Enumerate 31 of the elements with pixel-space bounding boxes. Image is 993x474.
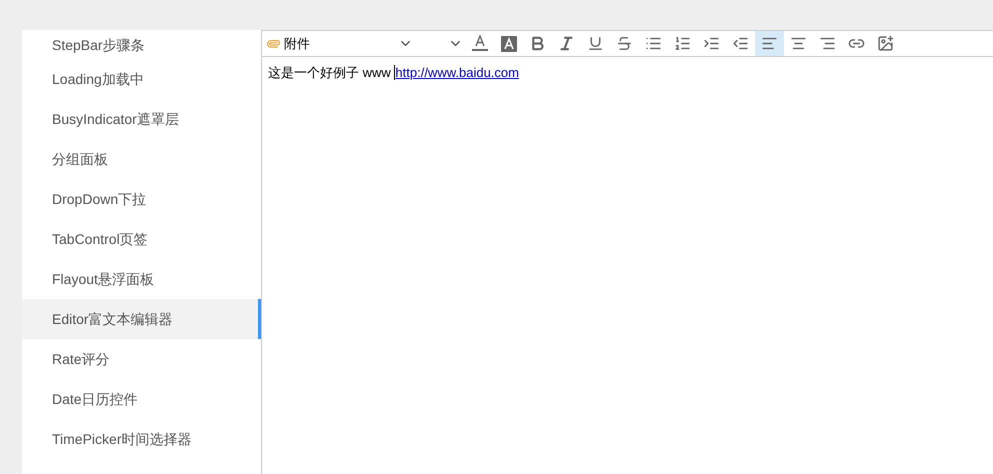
font-color-icon xyxy=(472,35,488,52)
dropdown-value: 附件 xyxy=(284,34,310,53)
sidebar-item[interactable]: 分组面板 xyxy=(22,139,261,179)
italic-icon xyxy=(558,35,575,52)
align-left-button[interactable] xyxy=(755,31,784,56)
outdent-icon xyxy=(732,35,749,52)
sidebar-item[interactable]: TimePicker时间选择器 xyxy=(22,419,261,459)
attachment-dropdown[interactable]: 附件 xyxy=(262,31,415,56)
editor-content[interactable]: 这是一个好例子 www http://www.baidu.com xyxy=(262,57,993,474)
sidebar-item[interactable]: DropDown下拉 xyxy=(22,179,261,219)
sidebar-item[interactable]: Date日历控件 xyxy=(22,379,261,419)
sidebar-item[interactable]: StepBar步骤条 xyxy=(22,30,261,59)
image-icon xyxy=(877,35,894,52)
align-left-icon xyxy=(761,35,778,52)
align-right-icon xyxy=(819,35,836,52)
align-center-icon xyxy=(790,35,807,52)
sidebar-item[interactable]: Rate评分 xyxy=(22,339,261,379)
sidebar-item[interactable]: TabControl页签 xyxy=(22,219,261,259)
bold-icon xyxy=(529,35,546,52)
sidebar-item[interactable]: BusyIndicator遮罩层 xyxy=(22,99,261,139)
link[interactable]: http://www.baidu.com xyxy=(395,65,519,80)
content-paragraph: 这是一个好例子 www http://www.baidu.com xyxy=(268,64,520,82)
sidebar-item[interactable]: Flayout悬浮面板 xyxy=(22,259,261,299)
sidebar-item[interactable]: Loading加载中 xyxy=(22,59,261,99)
underline-icon xyxy=(587,35,604,52)
highlight-color-icon xyxy=(500,36,516,52)
sidebar-item[interactable]: Editor富文本编辑器 xyxy=(22,299,261,339)
strikethrough-icon xyxy=(616,35,633,52)
indent-icon xyxy=(703,35,720,52)
numbered-list-icon xyxy=(674,35,691,52)
bullet-list-icon xyxy=(645,35,662,52)
